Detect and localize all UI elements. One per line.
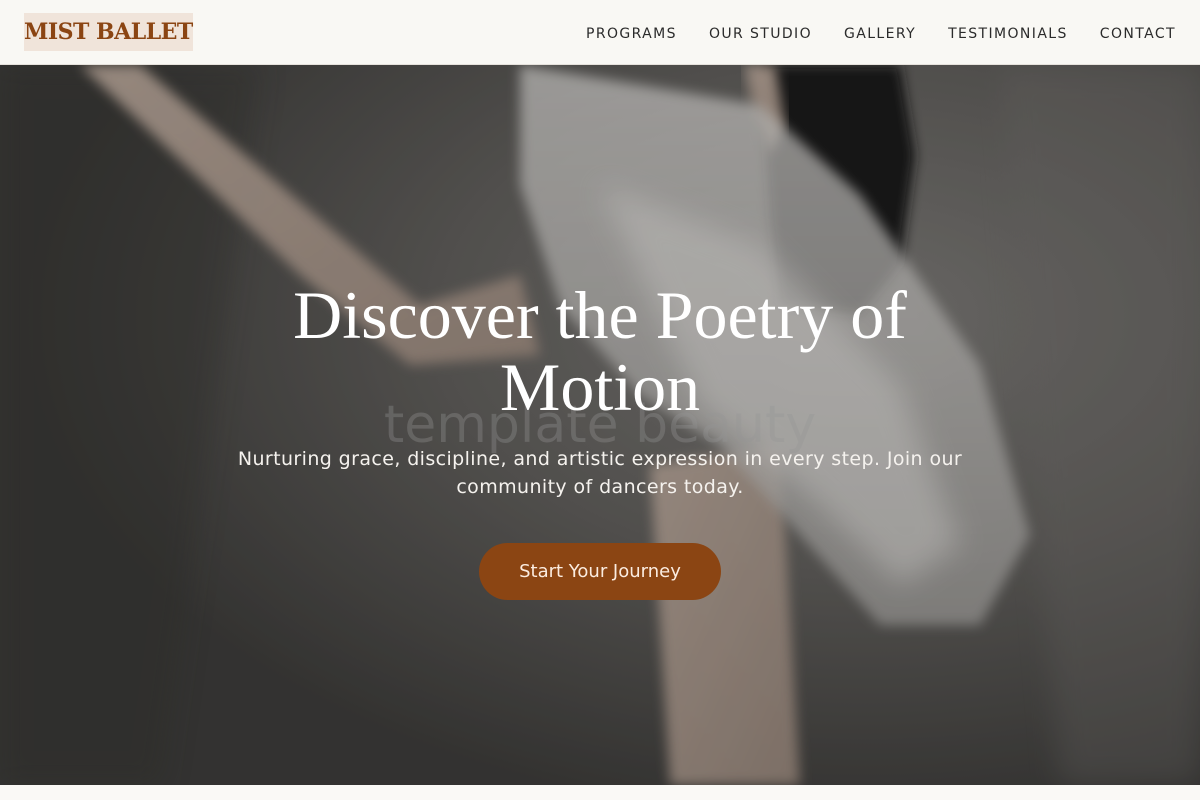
nav-item-testimonials: TESTIMONIALS (948, 23, 1068, 42)
nav-link-testimonials[interactable]: TESTIMONIALS (948, 26, 1068, 42)
hero-content: Discover the Poetry of Motion Nurturing … (0, 65, 1200, 785)
nav-link-gallery[interactable]: GALLERY (844, 26, 916, 42)
start-journey-button[interactable]: Start Your Journey (479, 542, 721, 600)
hero-title: Discover the Poetry of Motion (293, 276, 907, 425)
brand-logo[interactable]: MIST BALLET (24, 13, 193, 51)
nav-links: PROGRAMS OUR STUDIO GALLERY TESTIMONIALS… (586, 23, 1176, 42)
main-nav: PROGRAMS OUR STUDIO GALLERY TESTIMONIALS… (586, 23, 1176, 42)
nav-item-programs: PROGRAMS (586, 23, 677, 42)
nav-item-gallery: GALLERY (844, 23, 916, 42)
hero-section: template beauty Discover the Poetry of M… (0, 65, 1200, 785)
top-navbar: MIST BALLET PROGRAMS OUR STUDIO GALLERY … (0, 0, 1200, 65)
nav-link-contact[interactable]: CONTACT (1100, 26, 1176, 42)
nav-link-programs[interactable]: PROGRAMS (586, 26, 677, 42)
hero-subtitle: Nurturing grace, discipline, and artisti… (237, 447, 963, 498)
nav-link-our-studio[interactable]: OUR STUDIO (709, 26, 812, 42)
nav-item-contact: CONTACT (1100, 23, 1176, 42)
page-bottom-edge (0, 785, 1200, 800)
nav-item-our-studio: OUR STUDIO (709, 23, 812, 42)
